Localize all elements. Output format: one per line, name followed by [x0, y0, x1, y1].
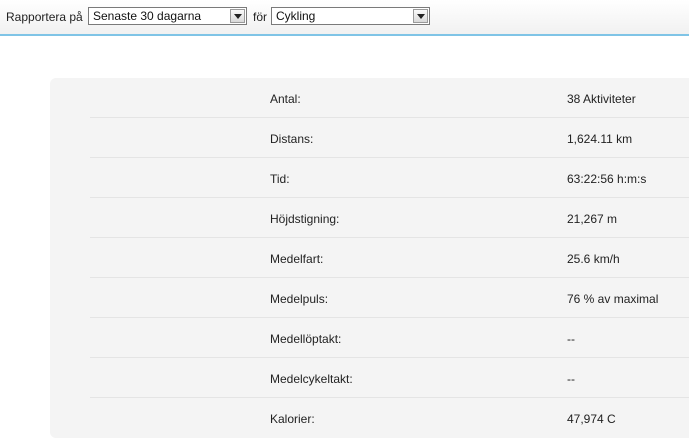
stat-row-elevation: Höjdstigning: 21,267 m — [90, 198, 689, 238]
summary-panel: Antal: 38 Aktiviteter Distans: 1,624.11 … — [50, 78, 689, 438]
stat-value: -- — [567, 372, 575, 386]
for-label: för — [253, 10, 268, 24]
stat-label: Medellöptakt: — [270, 332, 342, 346]
stat-label: Medelcykeltakt: — [270, 372, 353, 386]
stat-row-avg-bike-cadence: Medelcykeltakt: -- — [90, 358, 689, 398]
stat-label: Kalorier: — [270, 412, 315, 426]
chevron-down-icon[interactable] — [413, 9, 428, 23]
stat-label: Distans: — [270, 132, 314, 146]
stat-row-distance: Distans: 1,624.11 km — [90, 118, 689, 158]
stat-row-time: Tid: 63:22:56 h:m:s — [90, 158, 689, 198]
stat-label: Medelpuls: — [270, 292, 329, 306]
chevron-down-icon[interactable] — [230, 9, 245, 23]
stat-row-avg-heart-rate: Medelpuls: 76 % av maximal — [90, 278, 689, 318]
stat-label: Antal: — [270, 92, 301, 106]
stat-row-avg-speed: Medelfart: 25.6 km/h — [90, 238, 689, 278]
stat-value: -- — [567, 332, 575, 346]
stat-value: 38 Aktiviteter — [567, 92, 636, 106]
sport-select[interactable]: Cykling — [271, 7, 430, 25]
sport-select-value: Cykling — [276, 9, 316, 23]
stat-value: 63:22:56 h:m:s — [567, 172, 647, 186]
stat-label: Höjdstigning: — [270, 212, 340, 226]
stat-value: 25.6 km/h — [567, 252, 620, 266]
stat-value: 47,974 C — [567, 412, 616, 426]
stat-value: 21,267 m — [567, 212, 618, 226]
stat-label: Tid: — [270, 172, 290, 186]
stat-row-count: Antal: 38 Aktiviteter — [90, 78, 689, 118]
period-select[interactable]: Senaste 30 dagarna — [88, 7, 247, 25]
report-on-label: Rapportera på — [6, 10, 83, 24]
stat-row-avg-run-cadence: Medellöptakt: -- — [90, 318, 689, 358]
stat-label: Medelfart: — [270, 252, 324, 266]
stat-value: 1,624.11 km — [567, 132, 633, 146]
report-toolbar: Rapportera på Senaste 30 dagarna för Cyk… — [0, 0, 689, 36]
period-select-value: Senaste 30 dagarna — [93, 9, 202, 23]
stat-row-calories: Kalorier: 47,974 C — [90, 398, 689, 438]
stat-value: 76 % av maximal — [567, 292, 659, 306]
